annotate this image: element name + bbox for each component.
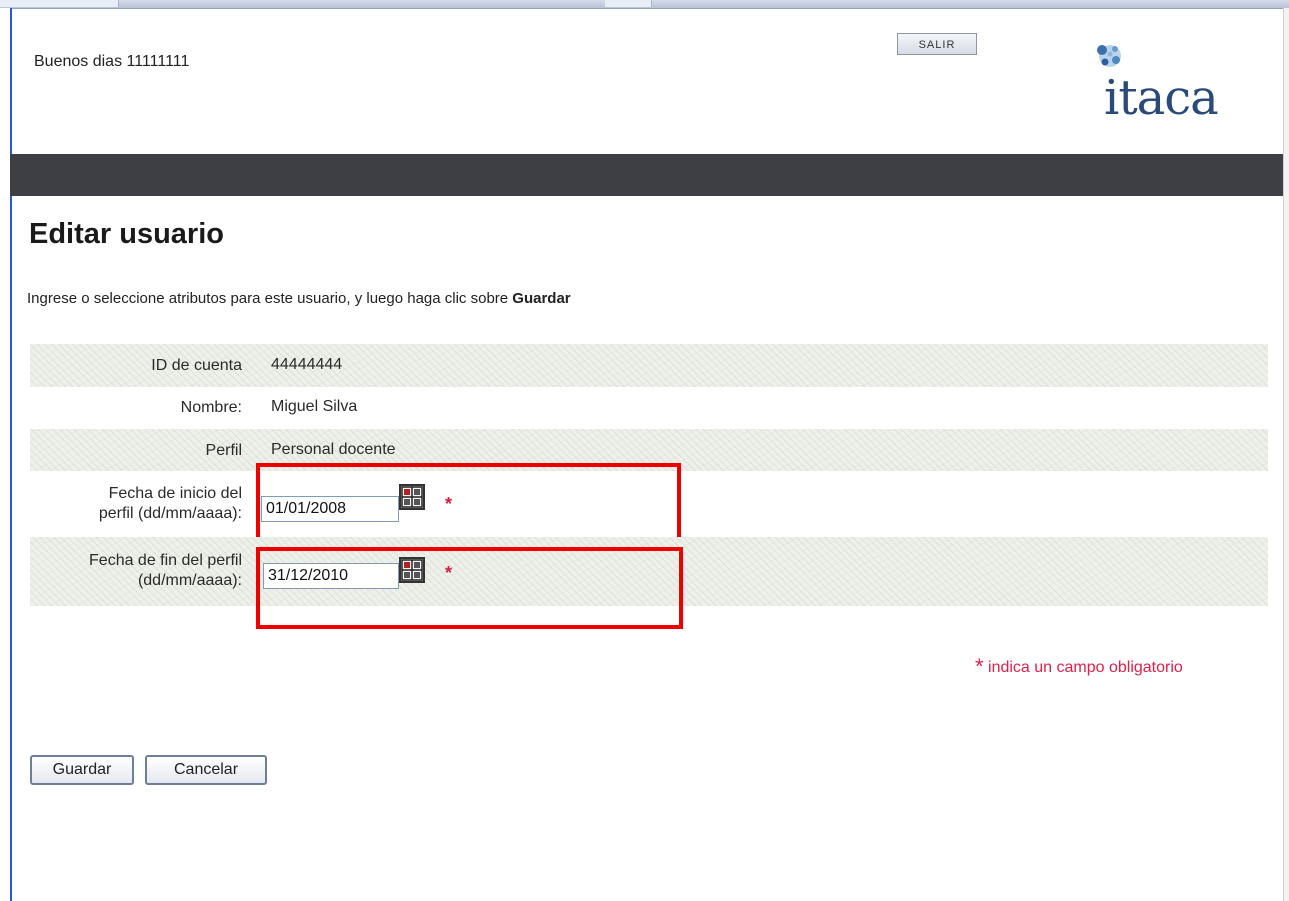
name-label: Nombre: [180,399,242,416]
browser-tab[interactable] [0,0,119,7]
browser-tab[interactable] [605,0,652,7]
form-row-name: Nombre: Miguel Silva [30,387,1268,429]
cancel-button[interactable]: Cancelar [145,755,267,785]
end-date-label: Fecha de fin del perfil (dd/mm/aaaa): [89,551,242,591]
start-date-label-line2: perfil (dd/mm/aaaa): [98,505,242,522]
required-field-note: * indica un campo obligatorio [975,652,1183,679]
form-row-account-id: ID de cuenta 44444444 [30,344,1268,387]
window-left-border [0,8,12,901]
window-right-scrollbar[interactable] [1283,8,1289,901]
start-date-label-line1: Fecha de inicio del [108,485,242,502]
profile-value: Personal docente [271,441,396,458]
start-date-label: Fecha de inicio del perfil (dd/mm/aaaa): [99,484,242,524]
end-date-label-line2: (dd/mm/aaaa): [137,572,242,589]
end-date-label-line1: Fecha de fin del perfil [89,552,242,569]
browser-chrome-top [0,0,1289,9]
greeting-text: Buenos dias 11111111 [34,53,190,70]
profile-label: Perfil [205,442,242,459]
end-date-highlight-box [256,547,683,629]
logout-button[interactable]: SALIR [897,33,977,55]
itaca-logo: itaca [1088,40,1238,130]
account-id-value: 44444444 [271,356,343,373]
logo-text: itaca [1104,70,1219,126]
page-title: Editar usuario [29,218,224,250]
name-value: Miguel Silva [271,398,358,415]
account-id-label: ID de cuenta [151,357,242,374]
required-note-text: indica un campo obligatorio [988,659,1183,676]
start-date-highlight-box [256,463,681,542]
instructions-save-keyword: Guardar [512,290,571,307]
header-bar [10,154,1283,196]
required-note-star: * [975,654,984,679]
save-button[interactable]: Guardar [30,755,134,785]
instructions-prefix: Ingrese o seleccione atributos para este… [27,290,513,307]
instructions-text: Ingrese o seleccione atributos para este… [27,290,571,307]
